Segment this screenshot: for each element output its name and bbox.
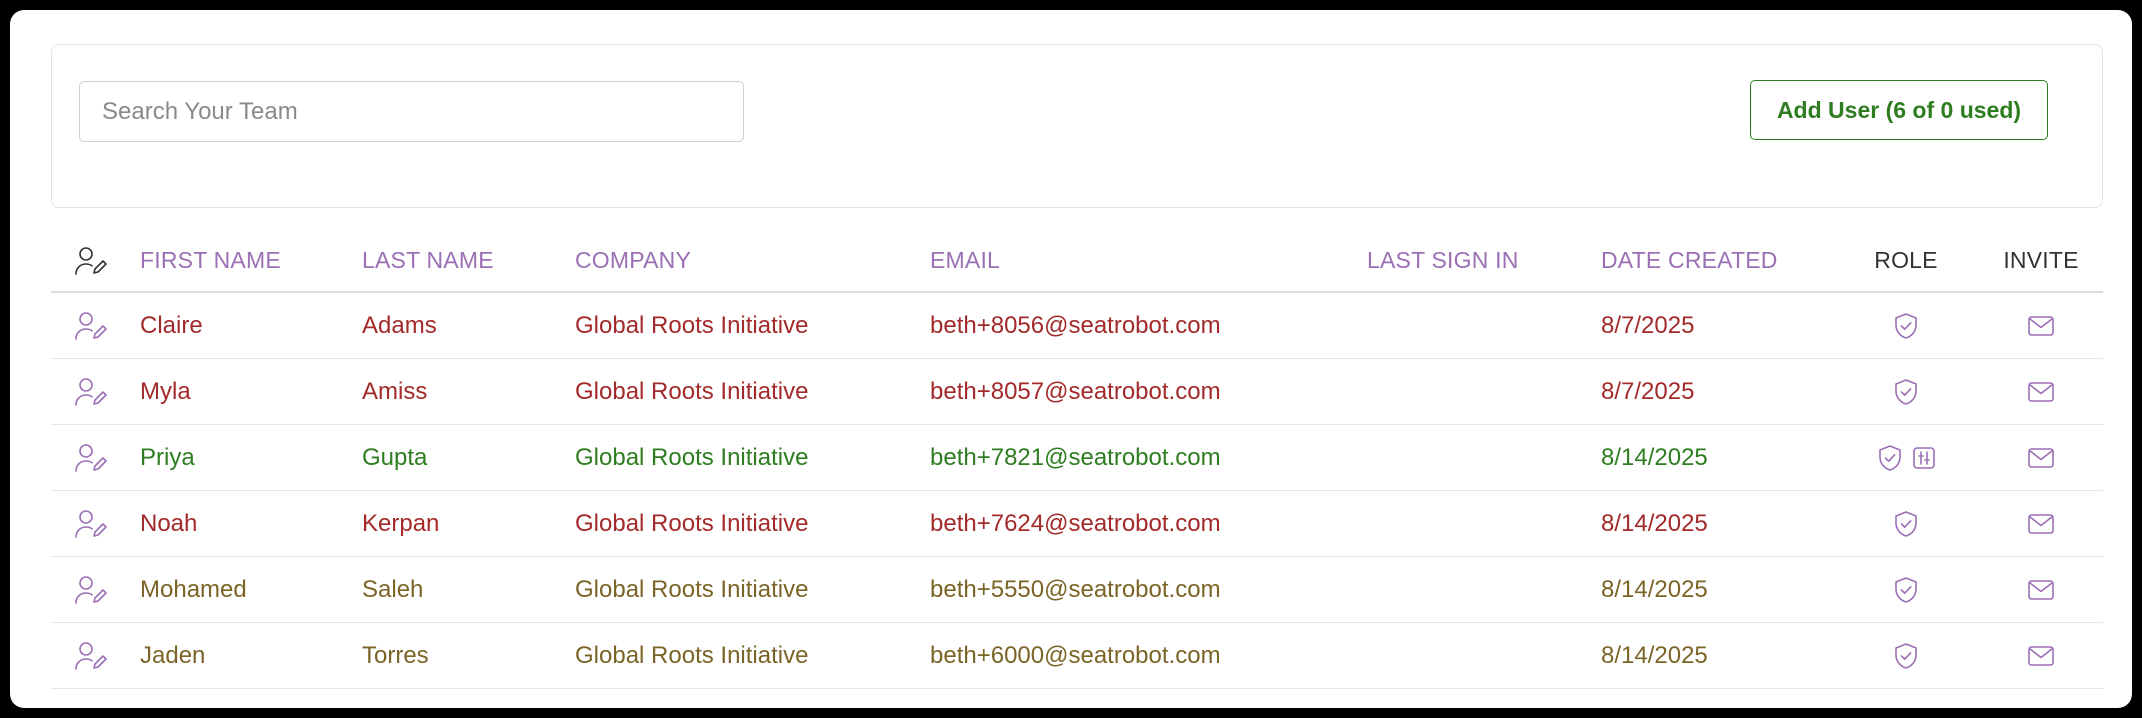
cell-date-created: 8/14/2025 bbox=[1601, 575, 1708, 603]
cell-date-created: 8/14/2025 bbox=[1601, 509, 1708, 537]
cell-last-name: Amiss bbox=[362, 377, 428, 405]
shield-check-icon[interactable] bbox=[1893, 378, 1919, 406]
cell-invite bbox=[1991, 425, 2091, 490]
toolbar-panel: Add User (6 of 0 used) bbox=[51, 44, 2103, 208]
row-user-edit-cell bbox=[71, 623, 111, 688]
cell-last-name: Torres bbox=[362, 641, 429, 669]
cell-email: beth+6000@seatrobot.com bbox=[930, 641, 1221, 669]
envelope-icon[interactable] bbox=[2027, 315, 2055, 337]
user-edit-icon[interactable] bbox=[74, 509, 108, 539]
cell-invite bbox=[1991, 359, 2091, 424]
user-edit-icon[interactable] bbox=[74, 575, 108, 605]
table-header-row: FIRST NAME LAST NAME COMPANY EMAIL LAST … bbox=[51, 230, 2103, 293]
cell-first-name: Noah bbox=[140, 509, 198, 537]
row-user-edit-cell bbox=[71, 557, 111, 622]
table-row[interactable]: Claire Adams Global Roots Initiative beth+8… bbox=[51, 293, 2103, 359]
cell-company: Global Roots Initiative bbox=[575, 377, 809, 405]
cell-last-name: Adams bbox=[362, 311, 437, 339]
shield-check-icon[interactable] bbox=[1893, 642, 1919, 670]
search-input[interactable] bbox=[79, 81, 744, 142]
team-table: FIRST NAME LAST NAME COMPANY EMAIL LAST … bbox=[51, 230, 2103, 689]
cell-first-name: Jaden bbox=[140, 641, 206, 669]
cell-email: beth+8056@seatrobot.com bbox=[930, 311, 1221, 339]
table-body: Claire Adams Global Roots Initiative beth+8… bbox=[51, 293, 2103, 689]
header-invite: INVITE bbox=[2003, 247, 2079, 273]
cell-date-created: 8/7/2025 bbox=[1601, 377, 1695, 405]
envelope-icon[interactable] bbox=[2027, 447, 2055, 469]
cell-email: beth+7821@seatrobot.com bbox=[930, 443, 1221, 471]
cell-date-created: 8/14/2025 bbox=[1601, 443, 1708, 471]
cell-role bbox=[1851, 557, 1961, 622]
cell-date-created: 8/7/2025 bbox=[1601, 311, 1695, 339]
row-user-edit-cell bbox=[71, 491, 111, 556]
cell-invite bbox=[1991, 491, 2091, 556]
cell-email: beth+7624@seatrobot.com bbox=[930, 509, 1221, 537]
cell-company: Global Roots Initiative bbox=[575, 311, 809, 339]
envelope-icon[interactable] bbox=[2027, 381, 2055, 403]
cell-role bbox=[1851, 491, 1961, 556]
cell-date-created: 8/14/2025 bbox=[1601, 641, 1708, 669]
cell-role bbox=[1851, 623, 1961, 688]
app-frame: Add User (6 of 0 used) FIRST NAME LAST N… bbox=[10, 10, 2132, 708]
header-user-edit-icon bbox=[71, 230, 111, 291]
cell-company: Global Roots Initiative bbox=[575, 575, 809, 603]
cell-first-name: Claire bbox=[140, 311, 203, 339]
user-edit-icon[interactable] bbox=[74, 641, 108, 671]
cell-last-name: Saleh bbox=[362, 575, 424, 603]
header-last-sign-in[interactable]: LAST SIGN IN bbox=[1367, 230, 1519, 291]
row-user-edit-cell bbox=[71, 359, 111, 424]
table-row[interactable]: Myla Amiss Global Roots Initiative beth+805… bbox=[51, 359, 2103, 425]
cell-company: Global Roots Initiative bbox=[575, 509, 809, 537]
shield-check-icon[interactable] bbox=[1893, 510, 1919, 538]
table-row[interactable]: Priya Gupta Global Roots Initiative beth+78… bbox=[51, 425, 2103, 491]
header-email[interactable]: EMAIL bbox=[930, 230, 1000, 291]
row-user-edit-cell bbox=[71, 293, 111, 358]
user-edit-icon[interactable] bbox=[74, 443, 108, 473]
table-row[interactable]: Jaden Torres Global Roots Initiative beth+6… bbox=[51, 623, 2103, 689]
cell-company: Global Roots Initiative bbox=[575, 641, 809, 669]
cell-role bbox=[1851, 359, 1961, 424]
cell-first-name: Myla bbox=[140, 377, 191, 405]
header-first-name[interactable]: FIRST NAME bbox=[140, 230, 281, 291]
envelope-icon[interactable] bbox=[2027, 645, 2055, 667]
cell-role bbox=[1851, 425, 1961, 490]
add-user-button[interactable]: Add User (6 of 0 used) bbox=[1750, 80, 2048, 140]
cell-invite bbox=[1991, 623, 2091, 688]
cell-last-name: Kerpan bbox=[362, 509, 440, 537]
cell-first-name: Mohamed bbox=[140, 575, 247, 603]
header-last-name[interactable]: LAST NAME bbox=[362, 230, 494, 291]
shield-check-icon[interactable] bbox=[1893, 576, 1919, 604]
user-edit-icon[interactable] bbox=[74, 377, 108, 407]
shield-check-icon[interactable] bbox=[1893, 312, 1919, 340]
envelope-icon[interactable] bbox=[2027, 513, 2055, 535]
shield-check-icon[interactable] bbox=[1877, 444, 1903, 472]
row-user-edit-cell bbox=[71, 425, 111, 490]
cell-invite bbox=[1991, 557, 2091, 622]
cell-invite bbox=[1991, 293, 2091, 358]
cell-email: beth+5550@seatrobot.com bbox=[930, 575, 1221, 603]
cell-role bbox=[1851, 293, 1961, 358]
table-row[interactable]: Mohamed Saleh Global Roots Initiative beth+… bbox=[51, 557, 2103, 623]
header-company[interactable]: COMPANY bbox=[575, 230, 691, 291]
user-edit-icon[interactable] bbox=[74, 311, 108, 341]
cell-email: beth+8057@seatrobot.com bbox=[930, 377, 1221, 405]
cell-first-name: Priya bbox=[140, 443, 195, 471]
envelope-icon[interactable] bbox=[2027, 579, 2055, 601]
table-row[interactable]: Noah Kerpan Global Roots Initiative beth+76… bbox=[51, 491, 2103, 557]
sliders-icon[interactable] bbox=[1912, 446, 1936, 470]
cell-last-name: Gupta bbox=[362, 443, 428, 471]
header-date-created[interactable]: DATE CREATED bbox=[1601, 230, 1778, 291]
cell-company: Global Roots Initiative bbox=[575, 443, 809, 471]
header-role: ROLE bbox=[1874, 247, 1938, 273]
